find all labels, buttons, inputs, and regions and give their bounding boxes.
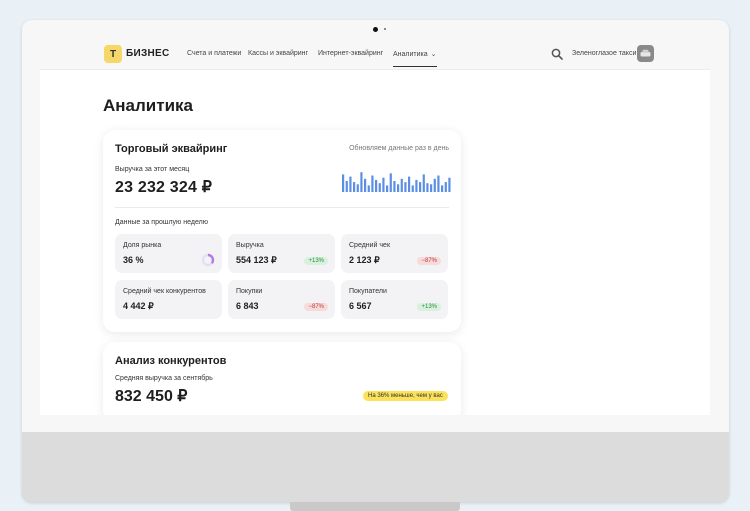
revenue-bar: [393, 181, 396, 192]
tile-average-check[interactable]: Средний чек 2 123 ₽ −87%: [341, 234, 448, 273]
logo-icon[interactable]: Т: [104, 45, 122, 63]
trend-badge: −87%: [304, 303, 328, 311]
nav-item-accounts[interactable]: Счета и платежи: [187, 50, 241, 57]
tile-value: 36 %: [123, 255, 144, 265]
revenue-bar: [378, 183, 381, 192]
page-title: Аналитика: [103, 96, 193, 115]
taxi-icon: [640, 49, 651, 57]
revenue-bar: [422, 174, 425, 192]
tile-label: Средний чек: [349, 242, 391, 249]
nav-item-analytics[interactable]: Аналитика ⌄: [393, 50, 437, 67]
revenue-bar: [441, 185, 444, 192]
tile-market-share[interactable]: Доля рынка 36 %: [115, 234, 222, 273]
tile-label: Средний чек конкурентов: [123, 288, 206, 295]
tile-label: Выручка: [236, 242, 264, 249]
revenue-bar: [360, 172, 363, 192]
tile-value: 4 442 ₽: [123, 301, 154, 311]
tile-value: 6 843: [236, 301, 259, 311]
avatar[interactable]: [637, 45, 654, 62]
logo-text[interactable]: БИЗНЕС: [126, 48, 170, 59]
revenue-bar: [430, 184, 433, 192]
revenue-bar: [386, 185, 389, 192]
revenue-bar: [400, 178, 403, 192]
revenue-bar: [342, 174, 345, 192]
divider: [115, 207, 449, 208]
update-note: Обновляем данные раз в день: [349, 145, 449, 152]
revenue-value: 23 232 324 ₽: [115, 179, 213, 196]
revenue-bar: [411, 185, 414, 192]
competitors-title: Анализ конкурентов: [115, 355, 227, 367]
tile-label: Доля рынка: [123, 242, 162, 249]
revenue-bar: [437, 175, 440, 192]
revenue-bar: [397, 184, 400, 192]
revenue-bar: [367, 185, 370, 192]
trend-badge: −87%: [417, 257, 441, 265]
tile-competitor-check[interactable]: Средний чек конкурентов 4 442 ₽: [115, 280, 222, 319]
revenue-bar: [371, 175, 374, 192]
revenue-bar: [408, 176, 411, 192]
revenue-bar: [356, 184, 359, 192]
revenue-bar: [389, 173, 392, 192]
tile-label: Покупки: [236, 288, 263, 295]
revenue-bar: [444, 182, 447, 192]
monitor-chin: [22, 432, 729, 502]
tile-purchases[interactable]: Покупки 6 843 −87%: [228, 280, 335, 319]
monitor-stand: [290, 502, 460, 511]
competitors-avg-label: Средняя выручка за сентябрь: [115, 375, 213, 382]
camera-sensor: [384, 28, 386, 30]
revenue-bar: [349, 176, 352, 192]
revenue-bar: [382, 177, 385, 192]
revenue-bar: [448, 177, 451, 192]
tile-revenue[interactable]: Выручка 554 123 ₽ +13%: [228, 234, 335, 273]
trend-badge: +13%: [304, 257, 328, 265]
search-icon[interactable]: [551, 48, 563, 60]
nav-item-cash-registers[interactable]: Кассы и эквайринг: [248, 50, 308, 57]
revenue-bar: [375, 179, 378, 192]
tile-value: 6 567: [349, 301, 372, 311]
acquiring-card: Торговый эквайринг Обновляем данные раз …: [103, 130, 461, 332]
tile-value: 2 123 ₽: [349, 255, 380, 265]
market-share-ring-icon: [201, 253, 215, 267]
company-name[interactable]: Зеленоглазое такси: [572, 50, 636, 57]
revenue-label: Выручка за этот месяц: [115, 166, 190, 173]
week-label: Данные за прошлую неделю: [115, 219, 208, 226]
revenue-bar: [353, 182, 356, 192]
revenue-bar-chart: [342, 172, 451, 192]
revenue-bar: [426, 183, 429, 192]
chevron-down-icon: ⌄: [430, 51, 437, 58]
revenue-bar: [404, 182, 407, 192]
tile-label: Покупатели: [349, 288, 387, 295]
revenue-bar: [419, 182, 422, 192]
camera-icon: [373, 27, 378, 32]
top-navigation: Т БИЗНЕС Счета и платежи Кассы и эквайри…: [40, 39, 710, 70]
revenue-bar: [415, 179, 418, 192]
tile-value: 554 123 ₽: [236, 255, 277, 265]
competitors-card: Анализ конкурентов Средняя выручка за се…: [103, 342, 461, 415]
tile-buyers[interactable]: Покупатели 6 567 +13%: [341, 280, 448, 319]
screen: Т БИЗНЕС Счета и платежи Кассы и эквайри…: [40, 39, 710, 415]
revenue-bar: [364, 178, 367, 192]
acquiring-title: Торговый эквайринг: [115, 143, 228, 155]
trend-badge: +13%: [417, 303, 441, 311]
competitors-avg-value: 832 450 ₽: [115, 388, 188, 405]
revenue-bar: [345, 181, 348, 192]
nav-item-analytics-label: Аналитика: [393, 51, 428, 58]
comparison-badge: На 36% меньше, чем у вас: [363, 391, 448, 401]
nav-item-internet-acquiring[interactable]: Интернет-эквайринг: [318, 50, 383, 57]
revenue-bar: [433, 178, 436, 192]
